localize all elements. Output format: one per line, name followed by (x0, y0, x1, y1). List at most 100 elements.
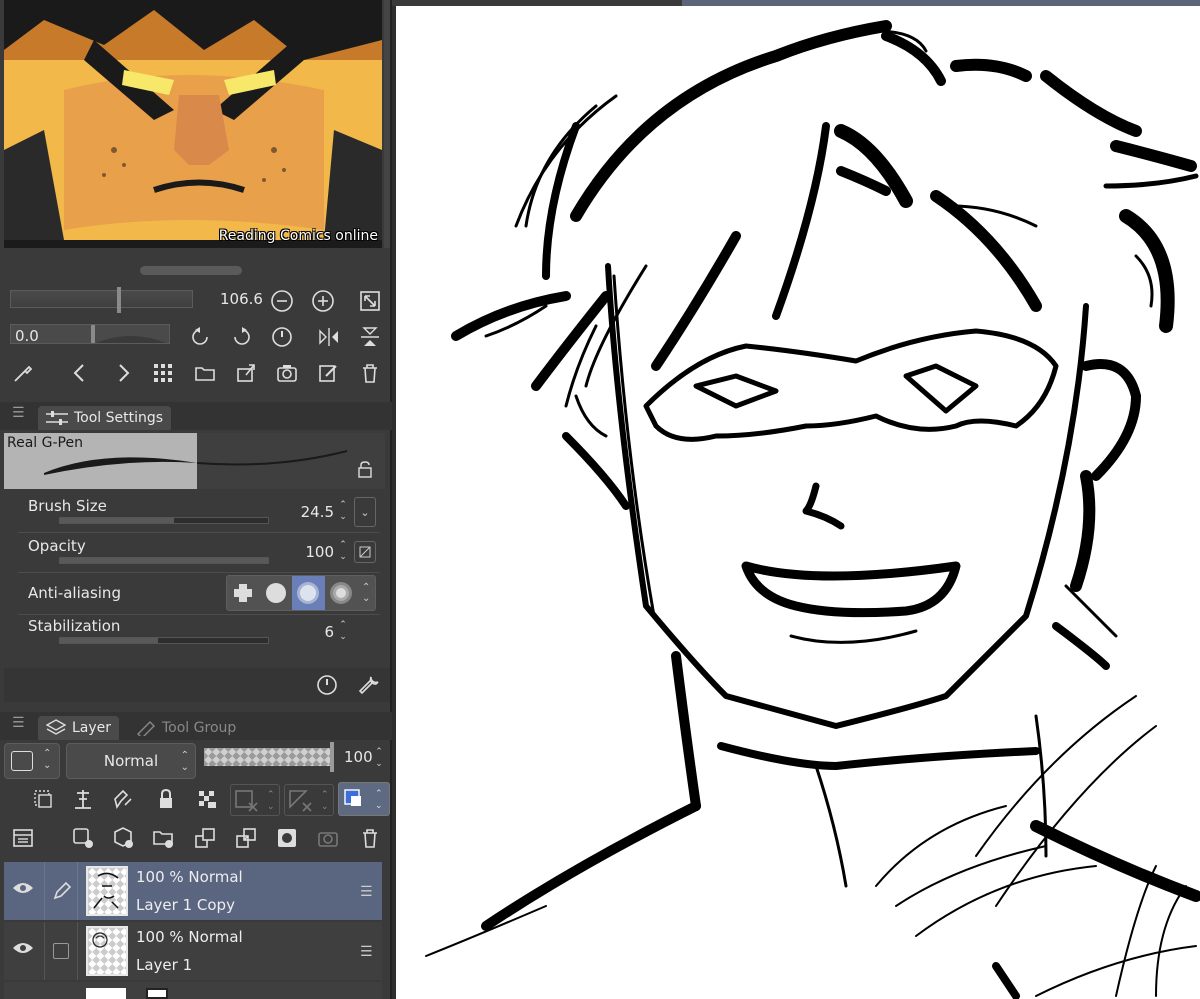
layer-menu-icon[interactable]: ☰ (360, 884, 373, 900)
lock-layer-icon[interactable] (153, 786, 179, 812)
tab-tool-settings-label: Tool Settings (74, 410, 164, 426)
brush-size-dynamics-icon[interactable]: ⌄ (354, 497, 376, 527)
tab-tool-group[interactable]: Tool Group (128, 716, 244, 740)
flip-horizontal-icon[interactable] (316, 324, 342, 350)
eyedropper-icon[interactable] (10, 360, 36, 386)
reset-settings-icon[interactable] (314, 672, 340, 698)
navigator-vertical-scrollbar[interactable] (384, 0, 390, 248)
layer-menu-icon[interactable]: ☰ (360, 944, 373, 960)
fit-to-window-icon[interactable] (357, 288, 383, 314)
draft-layer-icon[interactable] (110, 786, 136, 812)
opacity-dynamics-icon[interactable] (354, 541, 376, 563)
new-folder-icon[interactable] (150, 825, 176, 851)
brush-stroke-preview (44, 457, 197, 475)
flip-vertical-icon[interactable] (357, 324, 383, 350)
layer-panel-menu-icon[interactable]: ☰ (12, 715, 25, 731)
layer-opacity-value: 100 (344, 748, 373, 766)
layer-opacity-knob[interactable] (330, 742, 334, 772)
layer-edit-target[interactable] (44, 922, 78, 980)
stabilization-slider[interactable] (59, 637, 269, 644)
stabilization-row: Stabilization 6 ⌃ ⌄ (18, 615, 380, 651)
trash-icon[interactable] (357, 360, 383, 386)
layer-thumbnail (86, 926, 128, 976)
tab-layer[interactable]: Layer (38, 716, 120, 740)
eye-icon[interactable] (12, 880, 34, 900)
brush-size-slider[interactable] (59, 517, 269, 524)
new-vector-layer-icon[interactable] (110, 825, 136, 851)
zoom-out-icon[interactable] (269, 288, 295, 314)
layer-row[interactable]: 100 % Normal Layer 1 ☰ (4, 922, 382, 980)
next-icon[interactable] (110, 360, 136, 386)
blend-mode-chevron-icon: ⌃ ⌄ (180, 750, 189, 773)
rotation-slider-knob[interactable] (91, 325, 95, 343)
brush-preview[interactable]: Real G-Pen (4, 433, 197, 489)
tool-settings-header: ☰ Tool Settings (0, 402, 392, 430)
new-raster-layer-icon[interactable] (70, 825, 96, 851)
ruler-disabled-icon: ⌃⌄ (289, 790, 329, 812)
delete-layer-icon[interactable] (357, 825, 383, 851)
reset-rotation-icon[interactable] (269, 324, 295, 350)
layer-opacity-stepper[interactable]: ⌃ ⌄ (372, 746, 386, 774)
aa-weak-option[interactable] (260, 576, 293, 610)
grid-icon[interactable] (150, 360, 176, 386)
layer-mask-icon[interactable] (274, 825, 300, 851)
stabilization-label: Stabilization (28, 617, 121, 635)
layer-row[interactable]: 100 % Normal Layer 1 Copy ☰ (4, 862, 382, 920)
pen-tool-icon (137, 721, 155, 736)
wrench-icon[interactable] (356, 672, 382, 698)
blend-mode-dropdown[interactable]: Normal ⌃ ⌄ (66, 743, 196, 779)
svg-text:⌄: ⌄ (375, 801, 383, 811)
merge-layer-icon[interactable] (233, 825, 259, 851)
layer-edit-target[interactable] (44, 862, 78, 920)
camera-icon[interactable] (274, 360, 300, 386)
reference-layer-icon[interactable] (70, 786, 96, 812)
layer-color-selector[interactable]: ⌃ ⌄ (4, 743, 60, 779)
drawing-canvas[interactable] (396, 6, 1200, 999)
layer-camera-icon[interactable] (315, 825, 341, 851)
zoom-slider[interactable] (10, 287, 193, 313)
anti-aliasing-selector[interactable]: ⌃ ⌄ (226, 575, 376, 611)
lock-icon[interactable] (356, 460, 374, 482)
aa-stepper[interactable]: ⌃ ⌄ (357, 576, 375, 610)
aa-medium-option[interactable] (292, 576, 325, 610)
navigator-preview[interactable]: Reading Comics online (4, 0, 382, 248)
left-panel: Reading Comics online 106.6 0.0 ☰ Tool S… (0, 0, 392, 999)
clip-to-layer-icon[interactable] (30, 786, 56, 812)
checkbox[interactable] (53, 943, 69, 959)
sketch-thumbnail (92, 932, 108, 948)
layer-opacity-slider[interactable] (204, 748, 332, 766)
layer-color-mode-toggle[interactable]: ⌃ ⌄ (338, 782, 390, 816)
zoom-slider-knob[interactable] (117, 287, 121, 313)
layer-row[interactable] (4, 982, 382, 999)
svg-text:⌃: ⌃ (267, 790, 275, 800)
transfer-layer-icon[interactable] (192, 825, 218, 851)
navigator-horizontal-scrollbar[interactable] (140, 266, 242, 275)
ruler-toggle[interactable]: ⌃ ⌄ (284, 784, 334, 816)
previous-icon[interactable] (67, 360, 93, 386)
eye-icon[interactable] (12, 940, 34, 960)
tool-settings-footer (4, 668, 390, 702)
rotate-right-icon[interactable] (228, 324, 254, 350)
tab-tool-settings[interactable]: Tool Settings (38, 406, 172, 430)
layer-color-stepper[interactable]: ⌃ ⌄ (43, 748, 51, 772)
brush-size-stepper[interactable]: ⌃ ⌄ (336, 499, 350, 527)
mask-disabled-icon: ⌃⌄ (235, 790, 275, 812)
opacity-slider[interactable] (59, 557, 269, 564)
aa-none-option[interactable] (227, 576, 260, 610)
lock-transparency-icon[interactable] (194, 786, 220, 812)
panel-menu-icon[interactable]: ☰ (12, 405, 25, 421)
zoom-in-icon[interactable] (310, 288, 336, 314)
layer-property-icon[interactable] (10, 825, 36, 851)
open-folder-icon[interactable] (192, 360, 218, 386)
aa-strong-option[interactable] (325, 576, 358, 610)
rotate-left-icon[interactable] (188, 324, 214, 350)
opacity-stepper[interactable]: ⌃ ⌄ (336, 539, 350, 567)
edit-icon[interactable] (315, 360, 341, 386)
blend-mode-value: Normal (103, 752, 159, 770)
mask-toggle[interactable]: ⌃ ⌄ (230, 784, 280, 816)
zoom-value: 106.6 (220, 290, 263, 308)
stabilization-stepper[interactable]: ⌃ ⌄ (336, 619, 350, 647)
export-icon[interactable] (233, 360, 259, 386)
watermark-text: Reading Comics online (218, 228, 378, 244)
canvas-area[interactable] (392, 0, 1200, 999)
